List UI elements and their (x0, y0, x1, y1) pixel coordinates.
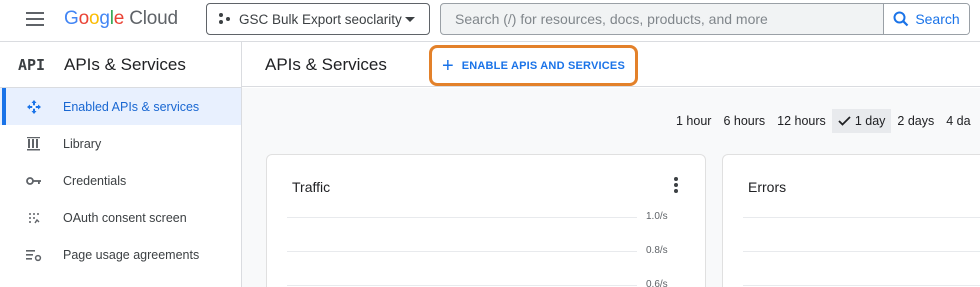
search-box: Search (440, 3, 970, 35)
move-arrows-icon (24, 99, 44, 115)
sidebar-title: APIs & Services (64, 54, 186, 74)
time-range-12-hours[interactable]: 12 hours (771, 109, 832, 133)
time-range-1-hour[interactable]: 1 hour (670, 109, 717, 133)
traffic-card-title: Traffic (292, 179, 331, 195)
sidebar-item-label: Credentials (63, 173, 127, 188)
time-range-1-day[interactable]: 1 day (831, 109, 892, 133)
sidebar-item-credentials[interactable]: Credentials (0, 162, 241, 199)
menu-icon[interactable] (26, 12, 44, 26)
library-icon (24, 136, 44, 151)
y-tick-label: 1.0/s (646, 211, 668, 222)
grid-line (743, 217, 980, 218)
time-range-selector: 1 hour 6 hours 12 hours 1 day 2 days 4 d… (670, 109, 977, 133)
sidebar-item-library[interactable]: Library (0, 125, 241, 162)
sidebar-item-label: Page usage agreements (63, 247, 200, 262)
top-bar: Google Cloud GSC Bulk Export seoclarity … (0, 0, 980, 40)
sidebar-item-label: Enabled APIs & services (63, 99, 200, 114)
y-tick-label: 0.6/s (646, 279, 668, 287)
caret-down-icon (405, 16, 415, 22)
sidebar-header: API APIs & Services (0, 42, 241, 88)
time-range-6-hours[interactable]: 6 hours (717, 109, 771, 133)
enable-apis-button[interactable]: + ENABLE APIS AND SERVICES (429, 45, 638, 86)
enable-apis-label: ENABLE APIS AND SERVICES (461, 59, 625, 72)
sidebar-item-enabled-apis[interactable]: Enabled APIs & services (0, 88, 241, 125)
search-icon (893, 11, 909, 27)
errors-card: Errors (722, 154, 980, 287)
search-input[interactable] (441, 4, 883, 34)
sidebar-item-oauth-consent[interactable]: OAuth consent screen (0, 199, 241, 236)
oauth-icon (24, 211, 44, 225)
traffic-card: Traffic 1.0/s 0.8/s 0.6/s (266, 154, 706, 287)
dashboard-content: 1 hour 6 hours 12 hours 1 day 2 days 4 d… (242, 88, 980, 287)
sidebar-item-label: OAuth consent screen (63, 210, 187, 225)
grid-line (287, 285, 637, 286)
grid-line (287, 217, 637, 218)
main-header: APIs & Services + ENABLE APIS AND SERVIC… (242, 41, 980, 87)
y-tick-label: 0.8/s (646, 245, 668, 256)
project-picker[interactable]: GSC Bulk Export seoclarity (206, 3, 430, 35)
time-range-2-days[interactable]: 2 days (891, 109, 940, 133)
grid-line (287, 251, 637, 252)
project-name: GSC Bulk Export seoclarity (239, 11, 402, 27)
check-icon (838, 116, 851, 126)
page-title: APIs & Services (265, 55, 387, 74)
time-range-4-days[interactable]: 4 da (940, 109, 976, 133)
sidebar-item-label: Library (63, 136, 102, 151)
sidebar: API APIs & Services Enabled APIs & servi… (0, 41, 242, 287)
key-icon (24, 176, 44, 186)
sidebar-item-page-usage[interactable]: Page usage agreements (0, 236, 241, 273)
grid-line (743, 251, 980, 252)
errors-card-title: Errors (748, 179, 787, 195)
grid-line (743, 285, 980, 286)
more-vert-icon[interactable] (673, 177, 679, 195)
search-button[interactable]: Search (883, 4, 969, 34)
project-icon (219, 13, 231, 25)
google-cloud-logo[interactable]: Google Cloud (64, 8, 178, 30)
plus-icon: + (442, 54, 454, 77)
api-badge-icon: API (18, 55, 46, 74)
settings-list-icon (24, 248, 44, 262)
